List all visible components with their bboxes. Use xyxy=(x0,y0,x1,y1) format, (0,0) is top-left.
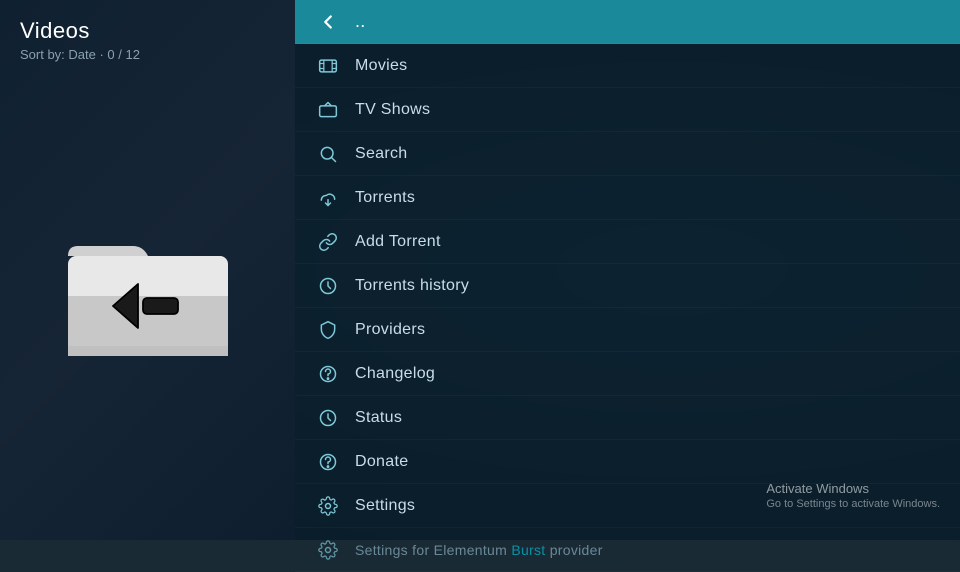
donate-label: Donate xyxy=(355,453,408,471)
search-label: Search xyxy=(355,145,408,163)
cloud-download-icon xyxy=(315,185,341,211)
back-label: .. xyxy=(355,11,366,32)
status-clock-icon xyxy=(315,405,341,431)
menu-item-torrents[interactable]: Torrents xyxy=(295,176,960,220)
folder-back-icon xyxy=(63,226,233,366)
page-subtitle: Sort by: Date · 0 / 12 xyxy=(20,47,140,62)
movies-label: Movies xyxy=(355,57,407,75)
menu-item-status[interactable]: Status xyxy=(295,396,960,440)
page-title: Videos xyxy=(20,18,140,44)
menu-item-changelog[interactable]: Changelog xyxy=(295,352,960,396)
torrents-history-label: Torrents history xyxy=(355,277,469,295)
status-label: Status xyxy=(355,409,402,427)
gear2-icon xyxy=(315,537,341,563)
menu-item-add-torrent[interactable]: Add Torrent xyxy=(295,220,960,264)
menu-item-settings-burst[interactable]: Settings for Elementum Burst provider xyxy=(295,528,960,572)
question-icon xyxy=(315,361,341,387)
menu-item-torrents-history[interactable]: Torrents history xyxy=(295,264,960,308)
menu-item-donate[interactable]: Donate xyxy=(295,440,960,484)
menu-item-movies[interactable]: Movies xyxy=(295,44,960,88)
search-icon xyxy=(315,141,341,167)
left-header: Videos Sort by: Date · 0 / 12 xyxy=(20,18,140,62)
activate-subtitle: Go to Settings to activate Windows. xyxy=(766,498,940,510)
folder-icon-container xyxy=(20,70,275,522)
shield-icon xyxy=(315,317,341,343)
menu-item-back[interactable]: .. xyxy=(295,0,960,44)
donate-icon xyxy=(315,449,341,475)
tv-icon xyxy=(315,97,341,123)
activate-title: Activate Windows xyxy=(766,481,940,496)
providers-label: Providers xyxy=(355,321,425,339)
tv-shows-label: TV Shows xyxy=(355,101,430,119)
link-icon xyxy=(315,229,341,255)
left-panel: Videos Sort by: Date · 0 / 12 xyxy=(0,0,295,540)
film-icon xyxy=(315,53,341,79)
right-panel: .. Movies xyxy=(295,0,960,540)
menu-item-tv-shows[interactable]: TV Shows xyxy=(295,88,960,132)
back-icon xyxy=(315,9,341,35)
changelog-label: Changelog xyxy=(355,365,435,383)
add-torrent-label: Add Torrent xyxy=(355,233,441,251)
gear-icon xyxy=(315,493,341,519)
history-icon xyxy=(315,273,341,299)
activate-windows: Activate Windows Go to Settings to activ… xyxy=(766,481,940,510)
settings-burst-label: Settings for Elementum Burst provider xyxy=(355,542,603,558)
settings-label: Settings xyxy=(355,497,415,515)
torrents-label: Torrents xyxy=(355,189,415,207)
menu-item-providers[interactable]: Providers xyxy=(295,308,960,352)
menu-item-search[interactable]: Search xyxy=(295,132,960,176)
